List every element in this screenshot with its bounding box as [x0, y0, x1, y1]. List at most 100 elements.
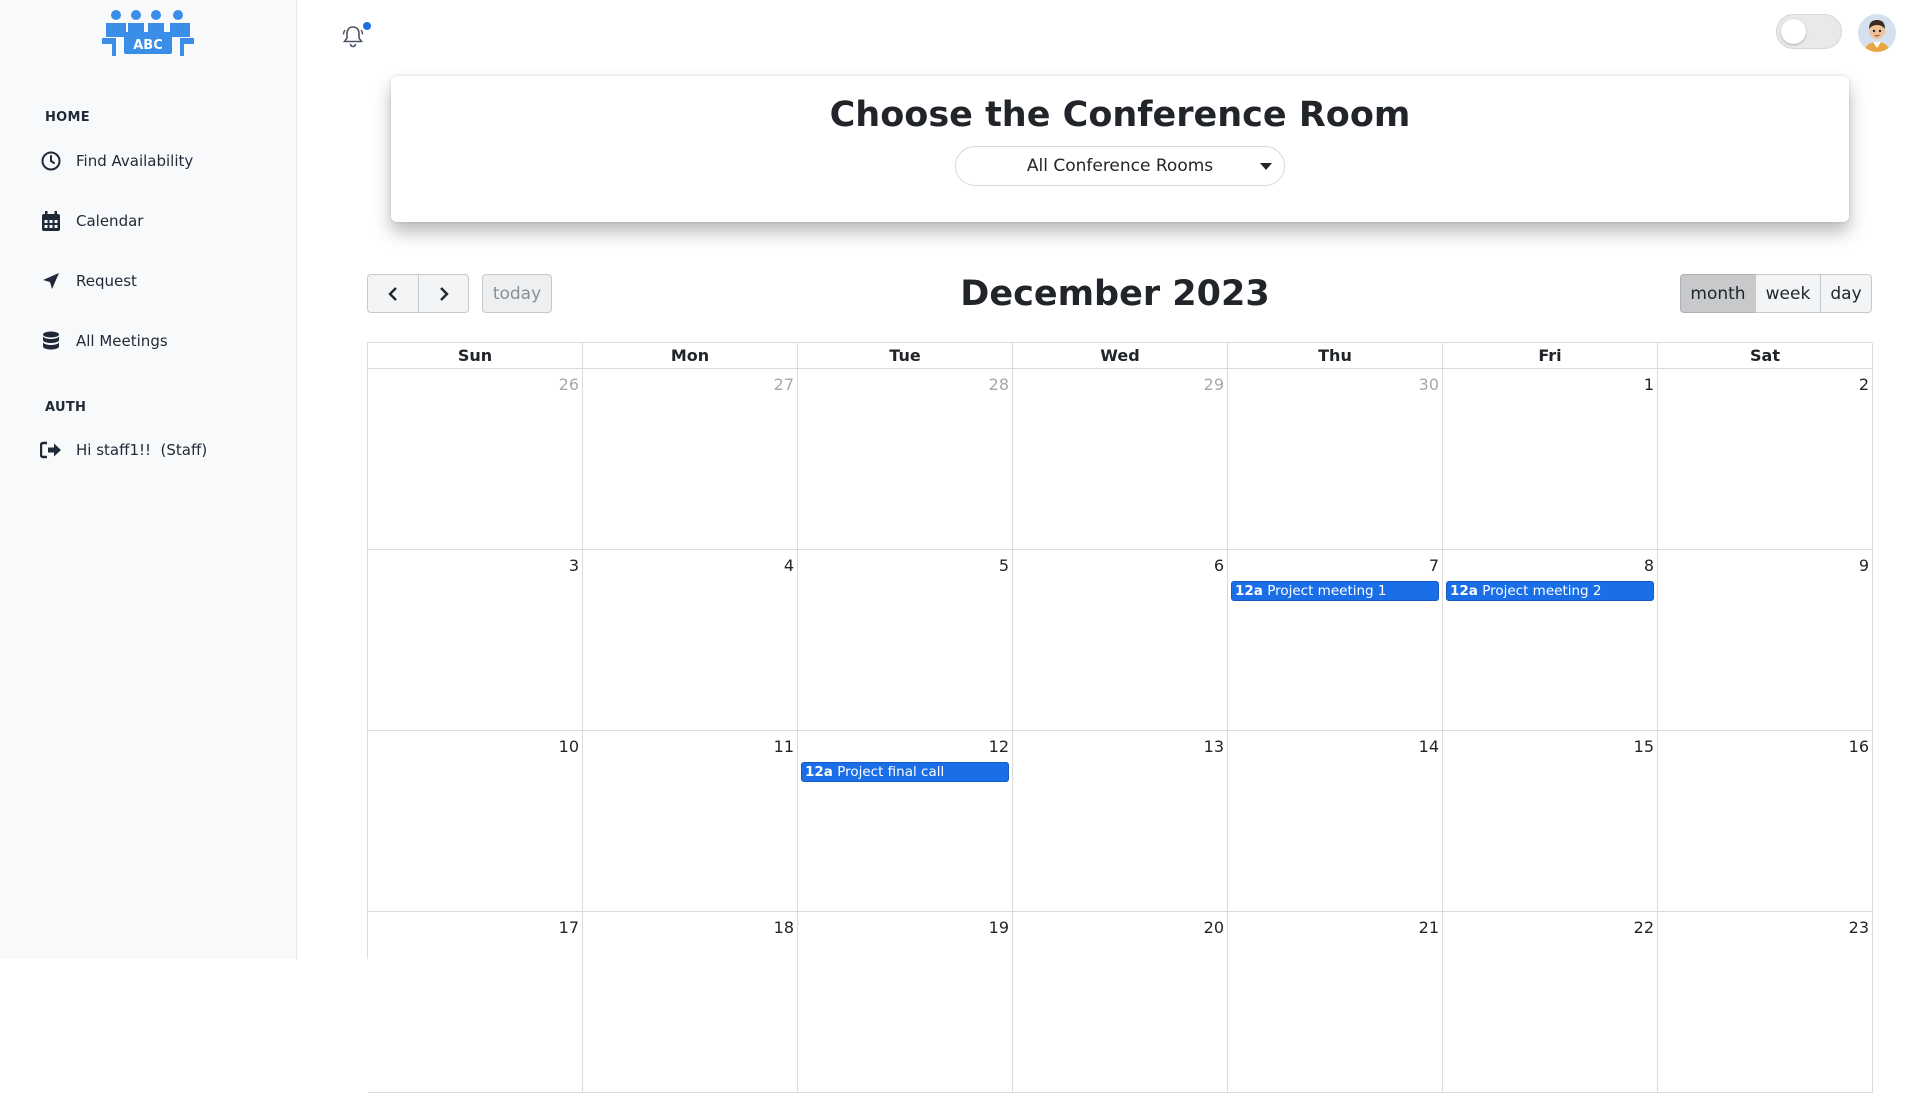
day-number[interactable]: 12: [989, 737, 1009, 756]
day-cell[interactable]: 1: [1443, 369, 1658, 550]
day-cell[interactable]: 30: [1228, 369, 1443, 550]
day-number[interactable]: 14: [1419, 737, 1439, 756]
sidebar-item-label: Hi staff1!! (Staff): [76, 441, 208, 459]
sidebar-item-find-availability[interactable]: Find Availability: [40, 145, 193, 177]
day-number[interactable]: 2: [1859, 375, 1869, 394]
event-title: Project meeting 1: [1267, 583, 1387, 599]
send-arrow-icon: [40, 270, 62, 292]
day-number[interactable]: 18: [774, 918, 794, 937]
day-cell[interactable]: 22: [1443, 912, 1658, 1093]
day-cell[interactable]: 2: [1658, 369, 1873, 550]
day-number[interactable]: 27: [774, 375, 794, 394]
day-cell[interactable]: 16: [1658, 731, 1873, 912]
day-number[interactable]: 23: [1849, 918, 1869, 937]
day-number[interactable]: 11: [774, 737, 794, 756]
sidebar-item-request[interactable]: Request: [40, 265, 137, 297]
sidebar-item-all-meetings[interactable]: All Meetings: [40, 325, 168, 357]
clock-icon: [40, 150, 62, 172]
day-cell[interactable]: 18: [583, 912, 798, 1093]
nav-section-auth: AUTH: [45, 400, 87, 415]
toggle-knob: [1781, 19, 1806, 44]
day-cell[interactable]: 13: [1013, 731, 1228, 912]
theme-toggle[interactable]: [1776, 14, 1842, 49]
month-grid: Sun Mon Tue Wed Thu Fri Sat 26 27 28 29 30 1 2 3 4 5 6 7 12…: [367, 342, 1873, 1093]
calendar-event[interactable]: 12a Project meeting 1: [1231, 581, 1439, 601]
day-number[interactable]: 5: [999, 556, 1009, 575]
day-number[interactable]: 15: [1634, 737, 1654, 756]
day-cell[interactable]: 17: [368, 912, 583, 1093]
room-chooser-card: Choose the Conference Room All Conferenc…: [391, 76, 1849, 222]
sidebar-item-label: All Meetings: [76, 332, 168, 350]
day-cell[interactable]: 28: [798, 369, 1013, 550]
chevron-right-icon: [439, 286, 449, 301]
day-number[interactable]: 9: [1859, 556, 1869, 575]
selected-room-value: All Conference Rooms: [1026, 156, 1214, 176]
day-number[interactable]: 4: [784, 556, 794, 575]
sidebar: ABC HOME Find Availability Calendar Requ…: [0, 0, 297, 959]
day-number[interactable]: 7: [1429, 556, 1439, 575]
view-week-button[interactable]: week: [1755, 274, 1821, 313]
day-cell[interactable]: 20: [1013, 912, 1228, 1093]
logo-text: ABC: [133, 38, 163, 53]
next-month-button[interactable]: [418, 274, 469, 313]
day-number[interactable]: 17: [559, 918, 579, 937]
day-number[interactable]: 13: [1204, 737, 1224, 756]
day-number[interactable]: 20: [1204, 918, 1224, 937]
day-number[interactable]: 16: [1849, 737, 1869, 756]
day-cell[interactable]: 5: [798, 550, 1013, 731]
prev-month-button[interactable]: [367, 274, 419, 313]
day-number[interactable]: 22: [1634, 918, 1654, 937]
weekday-header: Sun: [368, 343, 583, 369]
day-number[interactable]: 21: [1419, 918, 1439, 937]
day-cell[interactable]: 12 12a Project final call: [798, 731, 1013, 912]
caret-down-icon: [1260, 163, 1272, 170]
weekday-header: Tue: [798, 343, 1013, 369]
sidebar-item-logout[interactable]: Hi staff1!! (Staff): [40, 434, 207, 466]
day-number[interactable]: 3: [569, 556, 579, 575]
day-number[interactable]: 19: [989, 918, 1009, 937]
calendar-event[interactable]: 12a Project meeting 2: [1446, 581, 1654, 601]
day-number[interactable]: 29: [1204, 375, 1224, 394]
sidebar-item-label: Find Availability: [76, 152, 194, 170]
today-button[interactable]: today: [482, 274, 552, 313]
database-icon: [40, 330, 62, 352]
day-cell[interactable]: 14: [1228, 731, 1443, 912]
conference-room-select[interactable]: All Conference Rooms: [955, 146, 1285, 186]
sidebar-item-calendar[interactable]: Calendar: [40, 205, 143, 237]
day-cell[interactable]: 6: [1013, 550, 1228, 731]
day-cell[interactable]: 21: [1228, 912, 1443, 1093]
day-cell[interactable]: 8 12a Project meeting 2: [1443, 550, 1658, 731]
day-number[interactable]: 30: [1419, 375, 1439, 394]
sidebar-item-label: Calendar: [76, 212, 144, 230]
calendar-title: December 2023: [960, 274, 1270, 314]
day-number[interactable]: 10: [559, 737, 579, 756]
day-cell[interactable]: 29: [1013, 369, 1228, 550]
day-cell[interactable]: 3: [368, 550, 583, 731]
day-cell[interactable]: 11: [583, 731, 798, 912]
event-title: Project meeting 2: [1482, 583, 1602, 599]
day-number[interactable]: 28: [989, 375, 1009, 394]
view-day-button[interactable]: day: [1820, 274, 1872, 313]
weekday-header: Mon: [583, 343, 798, 369]
calendar-event[interactable]: 12a Project final call: [801, 762, 1009, 782]
day-cell[interactable]: 27: [583, 369, 798, 550]
day-cell[interactable]: 19: [798, 912, 1013, 1093]
day-cell[interactable]: 9: [1658, 550, 1873, 731]
day-number[interactable]: 26: [559, 375, 579, 394]
nav-section-home: HOME: [45, 110, 90, 125]
weekday-header: Wed: [1013, 343, 1228, 369]
room-chooser-title: Choose the Conference Room: [829, 95, 1411, 135]
day-number[interactable]: 6: [1214, 556, 1224, 575]
company-logo[interactable]: ABC: [100, 6, 196, 60]
day-cell[interactable]: 15: [1443, 731, 1658, 912]
day-cell[interactable]: 10: [368, 731, 583, 912]
day-cell[interactable]: 26: [368, 369, 583, 550]
user-avatar[interactable]: [1858, 14, 1896, 52]
day-cell[interactable]: 23: [1658, 912, 1873, 1093]
day-number[interactable]: 8: [1644, 556, 1654, 575]
day-cell[interactable]: 4: [583, 550, 798, 731]
view-month-button[interactable]: month: [1680, 274, 1756, 313]
day-cell[interactable]: 7 12a Project meeting 1: [1228, 550, 1443, 731]
sidebar-item-label: Request: [76, 272, 137, 290]
day-number[interactable]: 1: [1644, 375, 1654, 394]
